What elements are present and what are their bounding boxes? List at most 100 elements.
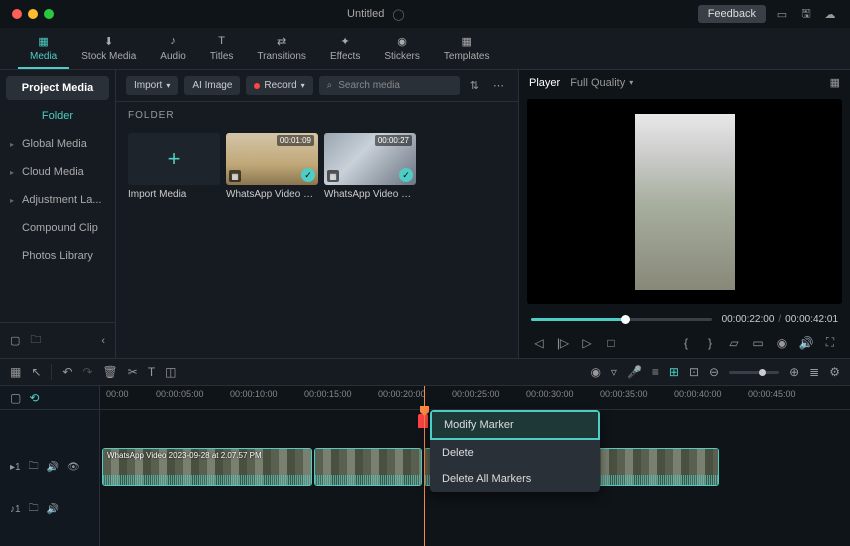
play-icon[interactable]: ▷	[579, 336, 595, 350]
player-viewport[interactable]	[527, 99, 842, 304]
settings-icon[interactable]: ⚙	[829, 365, 840, 379]
zoom-in-icon[interactable]: ⊕	[789, 365, 799, 379]
zoom-slider[interactable]	[729, 371, 779, 374]
cursor-icon[interactable]: ↖	[31, 365, 41, 379]
chevron-down-icon: ▾	[301, 81, 305, 90]
marker-icon[interactable]: ▿	[611, 365, 617, 379]
ctx-delete-all-markers[interactable]: Delete All Markers	[430, 466, 600, 492]
tab-stock-media[interactable]: ⬇Stock Media	[69, 28, 148, 69]
edit-tool-icon[interactable]: ◉	[590, 365, 600, 379]
track-mute-icon[interactable]: 🔊	[47, 504, 59, 515]
chevron-down-icon: ▾	[166, 81, 170, 90]
display-icon[interactable]: ▭	[774, 6, 790, 22]
camera-icon[interactable]: ◉	[774, 336, 790, 350]
maximize-window-button[interactable]	[44, 9, 54, 19]
ctx-modify-marker[interactable]: Modify Marker	[430, 410, 600, 440]
crop-icon[interactable]: ▱	[726, 336, 742, 350]
feedback-button[interactable]: Feedback	[698, 5, 766, 23]
delete-icon[interactable]: 🗑	[103, 365, 118, 379]
sidebar-item-global-media[interactable]: ▸Global Media	[0, 130, 115, 158]
media-import-tile[interactable]: + Import Media	[128, 133, 220, 200]
folder-icon[interactable]: 🗀	[30, 331, 41, 350]
snap-icon[interactable]: ⊞	[669, 365, 679, 379]
tab-titles[interactable]: TTitles	[198, 28, 246, 69]
stop-icon[interactable]: □	[603, 336, 619, 350]
scrub-knob[interactable]	[621, 315, 630, 324]
mark-out-icon[interactable]: }	[702, 336, 718, 350]
main-tabbar: ▦Media ⬇Stock Media ♪Audio TTitles ⇄Tran…	[0, 28, 850, 70]
tab-media[interactable]: ▦Media	[18, 28, 69, 69]
check-icon: ✓	[399, 168, 413, 182]
sync-status-icon: ◯	[392, 8, 404, 21]
volume-icon[interactable]: 🔊	[798, 336, 814, 350]
timeline-view-icon[interactable]: ▢	[10, 391, 21, 405]
clip-duration: 00:01:09	[277, 135, 314, 146]
text-icon[interactable]: T	[148, 365, 155, 379]
timeline-clip[interactable]	[314, 448, 422, 486]
zoom-out-icon[interactable]: ⊖	[709, 365, 719, 379]
ctx-delete[interactable]: Delete	[430, 440, 600, 466]
snapshot-icon[interactable]: ▦	[830, 76, 840, 89]
tab-templates[interactable]: ▦Templates	[432, 28, 502, 69]
search-input[interactable]: ⌕Search media	[319, 76, 460, 95]
chevron-right-icon: ▸	[10, 168, 18, 177]
media-item[interactable]: 00:00:27 ▦ ✓ WhatsApp Video 202...	[324, 133, 416, 200]
split-icon[interactable]: ✂	[128, 365, 138, 379]
clip-duration: 00:00:27	[375, 135, 412, 146]
timeline-marker[interactable]	[418, 414, 428, 428]
video-badge-icon: ▦	[327, 170, 339, 182]
import-dropdown[interactable]: Import ▾	[126, 76, 178, 95]
mic-icon[interactable]: 🎤	[627, 365, 642, 379]
transitions-icon: ⇄	[274, 33, 290, 49]
player-tab[interactable]: Player	[529, 77, 560, 89]
timeline-clip[interactable]: WhatsApp Video 2023-09-28 at 2.07.57 PM	[102, 448, 312, 486]
scrub-track[interactable]	[531, 318, 712, 321]
timeline-toolbar: ▦ ↖ ↶ ↷ 🗑 ✂ T ◫ ◉ ▿ 🎤 ≡ ⊞ ⊡ ⊖ ⊕ ≣ ⚙	[0, 358, 850, 386]
tab-stickers[interactable]: ◉Stickers	[372, 28, 432, 69]
list-icon[interactable]: ≣	[809, 365, 819, 379]
video-track-header[interactable]: ▸1 🗀 🔊 👁	[0, 440, 99, 494]
sidebar-item-photos-library[interactable]: Photos Library	[0, 242, 115, 270]
crop-tool-icon[interactable]: ◫	[165, 365, 176, 379]
redo-icon[interactable]: ↷	[82, 365, 92, 379]
step-back-icon[interactable]: |▷	[555, 336, 571, 350]
close-window-button[interactable]	[12, 9, 22, 19]
tab-transitions[interactable]: ⇄Transitions	[245, 28, 318, 69]
mixer-icon[interactable]: ≡	[652, 365, 659, 379]
sidebar-item-compound-clip[interactable]: Compound Clip	[0, 214, 115, 242]
mark-in-icon[interactable]: {	[678, 336, 694, 350]
save-icon[interactable]: 🖫	[798, 6, 814, 22]
track-manager-icon[interactable]: ▦	[10, 365, 21, 379]
tab-effects[interactable]: ✦Effects	[318, 28, 372, 69]
track-lock-icon[interactable]: 🗀	[29, 459, 39, 476]
audio-track-header[interactable]: ♪1 🗀 🔊	[0, 494, 99, 524]
audio-icon: ♪	[165, 33, 181, 49]
filter-icon[interactable]: ⇅	[466, 77, 483, 94]
timeline-ruler[interactable]: 00:00 00:00:05:00 00:00:10:00 00:00:15:0…	[100, 386, 850, 410]
sidebar-item-adjustment-layer[interactable]: ▸Adjustment La...	[0, 186, 115, 214]
record-dropdown[interactable]: Record ▾	[246, 76, 312, 95]
minimize-window-button[interactable]	[28, 9, 38, 19]
display-mode-icon[interactable]: ▭	[750, 336, 766, 350]
sidebar-project-media[interactable]: Project Media	[6, 76, 109, 100]
new-folder-icon[interactable]: ▢	[10, 334, 20, 347]
undo-icon[interactable]: ↶	[62, 365, 72, 379]
cloud-icon[interactable]: ☁	[822, 6, 838, 22]
link-icon[interactable]: ⊡	[689, 365, 699, 379]
sidebar-folder[interactable]: Folder	[0, 106, 115, 130]
sidebar-item-cloud-media[interactable]: ▸Cloud Media	[0, 158, 115, 186]
track-lock-icon[interactable]: 🗀	[29, 501, 39, 518]
prev-frame-icon[interactable]: ◁	[531, 336, 547, 350]
playhead[interactable]	[424, 386, 425, 546]
track-visible-icon[interactable]: 👁	[67, 462, 80, 473]
quality-dropdown[interactable]: Full Quality ▾	[570, 77, 633, 89]
ai-image-button[interactable]: AI Image	[184, 76, 240, 95]
effects-icon: ✦	[337, 33, 353, 49]
auto-ripple-icon[interactable]: ⟲	[29, 391, 39, 405]
collapse-sidebar-icon[interactable]: ‹	[101, 335, 105, 347]
more-icon[interactable]: ⋯	[489, 77, 508, 94]
media-item[interactable]: 00:01:09 ▦ ✓ WhatsApp Video 202...	[226, 133, 318, 200]
fullscreen-icon[interactable]: ⛶	[822, 335, 838, 350]
track-mute-icon[interactable]: 🔊	[47, 462, 59, 473]
tab-audio[interactable]: ♪Audio	[148, 28, 198, 69]
